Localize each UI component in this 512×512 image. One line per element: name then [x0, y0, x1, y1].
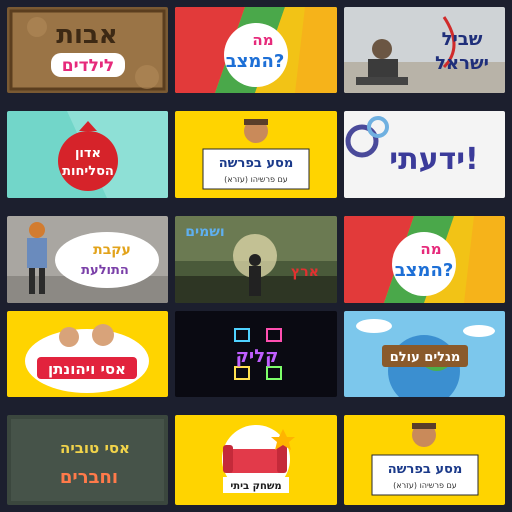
- show-title: אסי ויהונתן: [48, 360, 126, 378]
- show-thumbnail: מה המצב?: [175, 7, 337, 93]
- show-title-line2: המצב?: [226, 51, 285, 72]
- show-thumbnail: מגלים עולם: [344, 311, 505, 397]
- show-subtitle: עם פרשיהו (עזרא): [393, 481, 457, 490]
- show-title-line2: הסליחות: [62, 164, 114, 179]
- show-title-line1: אדון: [75, 146, 101, 161]
- show-thumbnail: אסי טוביה וחברים: [7, 415, 168, 505]
- show-card-masa-baparasha-2[interactable]: מסע בפרשה עם פרשיהו (עזרא): [344, 415, 505, 505]
- show-title: מסע בפרשה: [388, 462, 463, 477]
- show-thumbnail: עקבת התולעת: [7, 216, 168, 303]
- show-thumbnail: אבות לילדים: [7, 7, 168, 93]
- show-thumbnail: קליק: [175, 311, 337, 397]
- show-thumbnail: אדון הסליחות: [7, 111, 168, 198]
- couch-icon: [227, 449, 283, 473]
- show-card-ma-hamatsav-2[interactable]: מה המצב?: [344, 216, 505, 303]
- shows-grid: אבות לילדים מה המצב? שביל ישראל אדון הסל…: [0, 0, 512, 512]
- show-title-line1: אבות: [56, 20, 117, 50]
- show-thumbnail: מסע בפרשה עם פרשיהו (עזרא): [344, 415, 505, 505]
- show-thumbnail: שביל ישראל: [344, 7, 505, 93]
- show-card-asi-veyehonatan[interactable]: אסי ויהונתן: [7, 311, 168, 397]
- show-title-line1: מה: [420, 240, 441, 258]
- show-subtitle: עם פרשיהו (עזרא): [224, 175, 288, 184]
- show-thumbnail: מסע בפרשה עם פרשיהו (עזרא): [175, 111, 337, 198]
- show-card-klik[interactable]: קליק: [175, 311, 337, 397]
- show-thumbnail: מה המצב?: [344, 216, 505, 303]
- show-card-avot-leyeladim[interactable]: אבות לילדים: [7, 7, 168, 93]
- show-title-line1: מה: [252, 31, 273, 49]
- show-card-ikvot-hatolaat[interactable]: עקבת התולעת: [7, 216, 168, 303]
- show-title: משחק ביתי: [230, 481, 281, 492]
- show-thumbnail: משחק ביתי: [175, 415, 337, 505]
- show-title: ידעתי!: [389, 142, 478, 177]
- show-card-shamayim-vaaretz[interactable]: ושמים ארץ: [175, 216, 337, 303]
- show-title-line2: ארץ: [291, 264, 319, 280]
- show-title-line1: שביל: [442, 29, 483, 50]
- show-card-asi-tuvia-vechaverim[interactable]: אסי טוביה וחברים: [7, 415, 168, 505]
- show-card-shvil-israel[interactable]: שביל ישראל: [344, 7, 505, 93]
- show-thumbnail: ושמים ארץ: [175, 216, 337, 303]
- show-card-mischak-beiti[interactable]: משחק ביתי: [175, 415, 337, 505]
- show-title-line2: לילדים: [62, 56, 114, 76]
- show-title-line1: ושמים: [185, 224, 224, 240]
- show-title: מגלים עולם: [390, 350, 461, 365]
- show-thumbnail: אסי ויהונתן: [7, 311, 168, 397]
- show-card-ma-hamatsav[interactable]: מה המצב?: [175, 7, 337, 93]
- show-title-line1: אסי טוביה: [60, 439, 130, 457]
- show-card-yadati[interactable]: ידעתי!: [344, 111, 505, 198]
- show-title-line2: ישראל: [435, 53, 489, 74]
- show-title-line2: התולעת: [81, 263, 129, 278]
- show-card-megalim-olam[interactable]: מגלים עולם: [344, 311, 505, 397]
- show-card-adon-haslichot[interactable]: אדון הסליחות: [7, 111, 168, 198]
- show-card-masa-baparasha[interactable]: מסע בפרשה עם פרשיהו (עזרא): [175, 111, 337, 198]
- show-title-line1: עקבת: [93, 242, 131, 258]
- show-thumbnail: ידעתי!: [344, 111, 505, 198]
- show-title-line2: המצב?: [395, 260, 454, 281]
- show-title: מסע בפרשה: [219, 156, 294, 171]
- show-title: קליק: [236, 346, 279, 367]
- show-title-line2: וחברים: [60, 467, 118, 488]
